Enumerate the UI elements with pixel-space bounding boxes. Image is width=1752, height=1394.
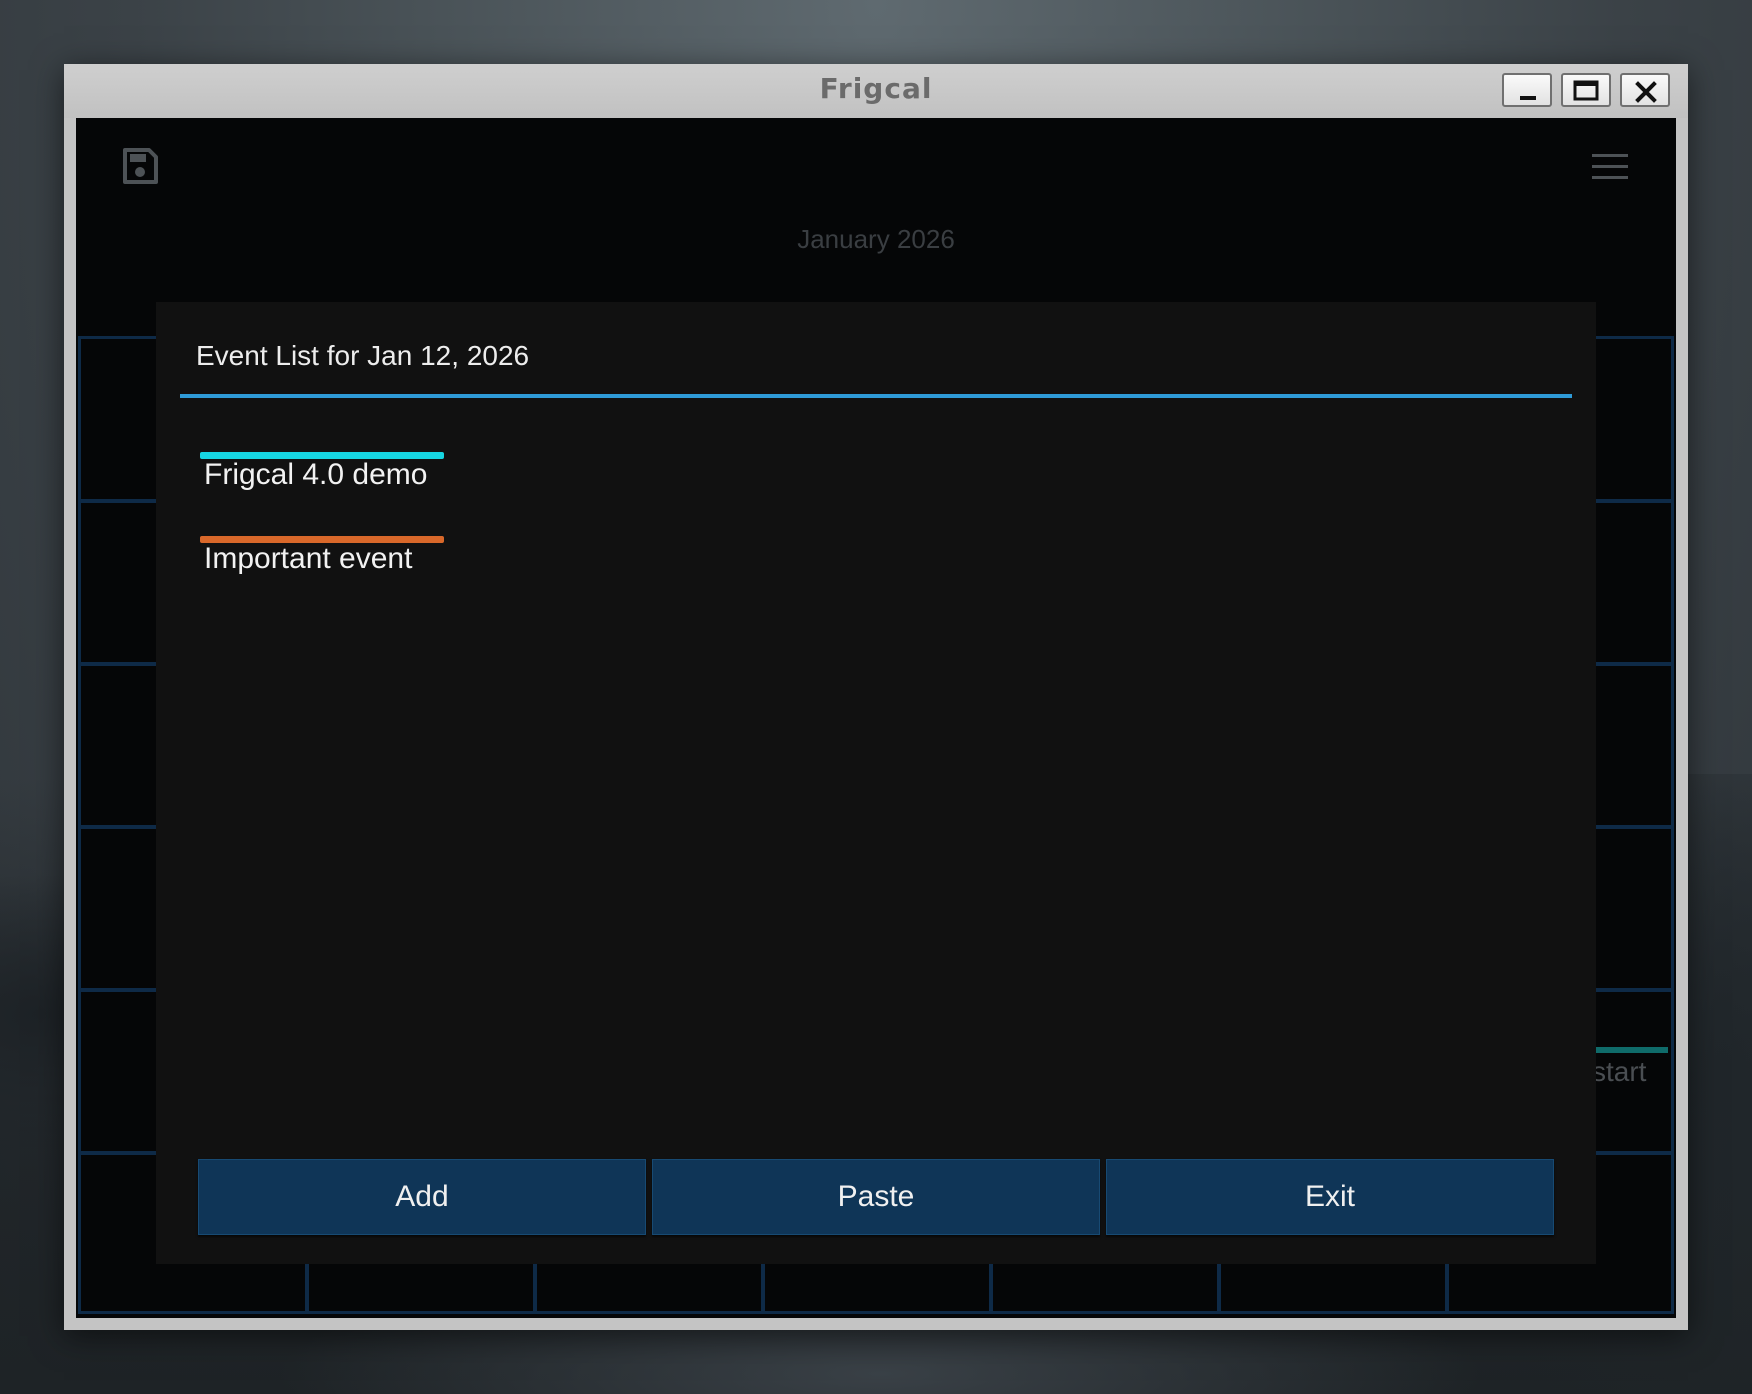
month-label: January 2026 [797, 224, 955, 254]
title-bar[interactable]: Frigcal [64, 64, 1688, 118]
minimize-icon [1520, 96, 1536, 100]
dialog-title: Event List for Jan 12, 2026 [196, 340, 530, 371]
close-button[interactable] [1620, 73, 1670, 107]
maximize-button[interactable] [1561, 73, 1611, 107]
event-item[interactable]: Frigcal 4.0 demo [200, 452, 444, 512]
event-label: Frigcal 4.0 demo [204, 458, 428, 491]
add-button[interactable]: Add [198, 1159, 646, 1235]
app-window: Frigcal January 2026 start Event List fo… [64, 64, 1688, 1330]
minimize-button[interactable] [1502, 73, 1552, 107]
cell-event-color-bar [1594, 1047, 1668, 1053]
window-title: Frigcal [819, 72, 933, 105]
exit-button[interactable]: Exit [1106, 1159, 1554, 1235]
event-item[interactable]: Important event [200, 536, 444, 596]
save-icon[interactable] [120, 146, 160, 190]
calendar-view: January 2026 start Event List for Jan 12… [76, 118, 1676, 1318]
hamburger-menu-icon[interactable] [1592, 154, 1628, 184]
close-icon [1635, 81, 1657, 103]
paste-button[interactable]: Paste [652, 1159, 1100, 1235]
maximize-icon [1573, 80, 1599, 101]
event-label: Important event [204, 542, 413, 575]
dialog-separator [180, 394, 1572, 398]
event-list-dialog: Event List for Jan 12, 2026 Frigcal 4.0 … [156, 302, 1596, 1264]
cell-event-label[interactable]: start [1592, 1056, 1646, 1088]
